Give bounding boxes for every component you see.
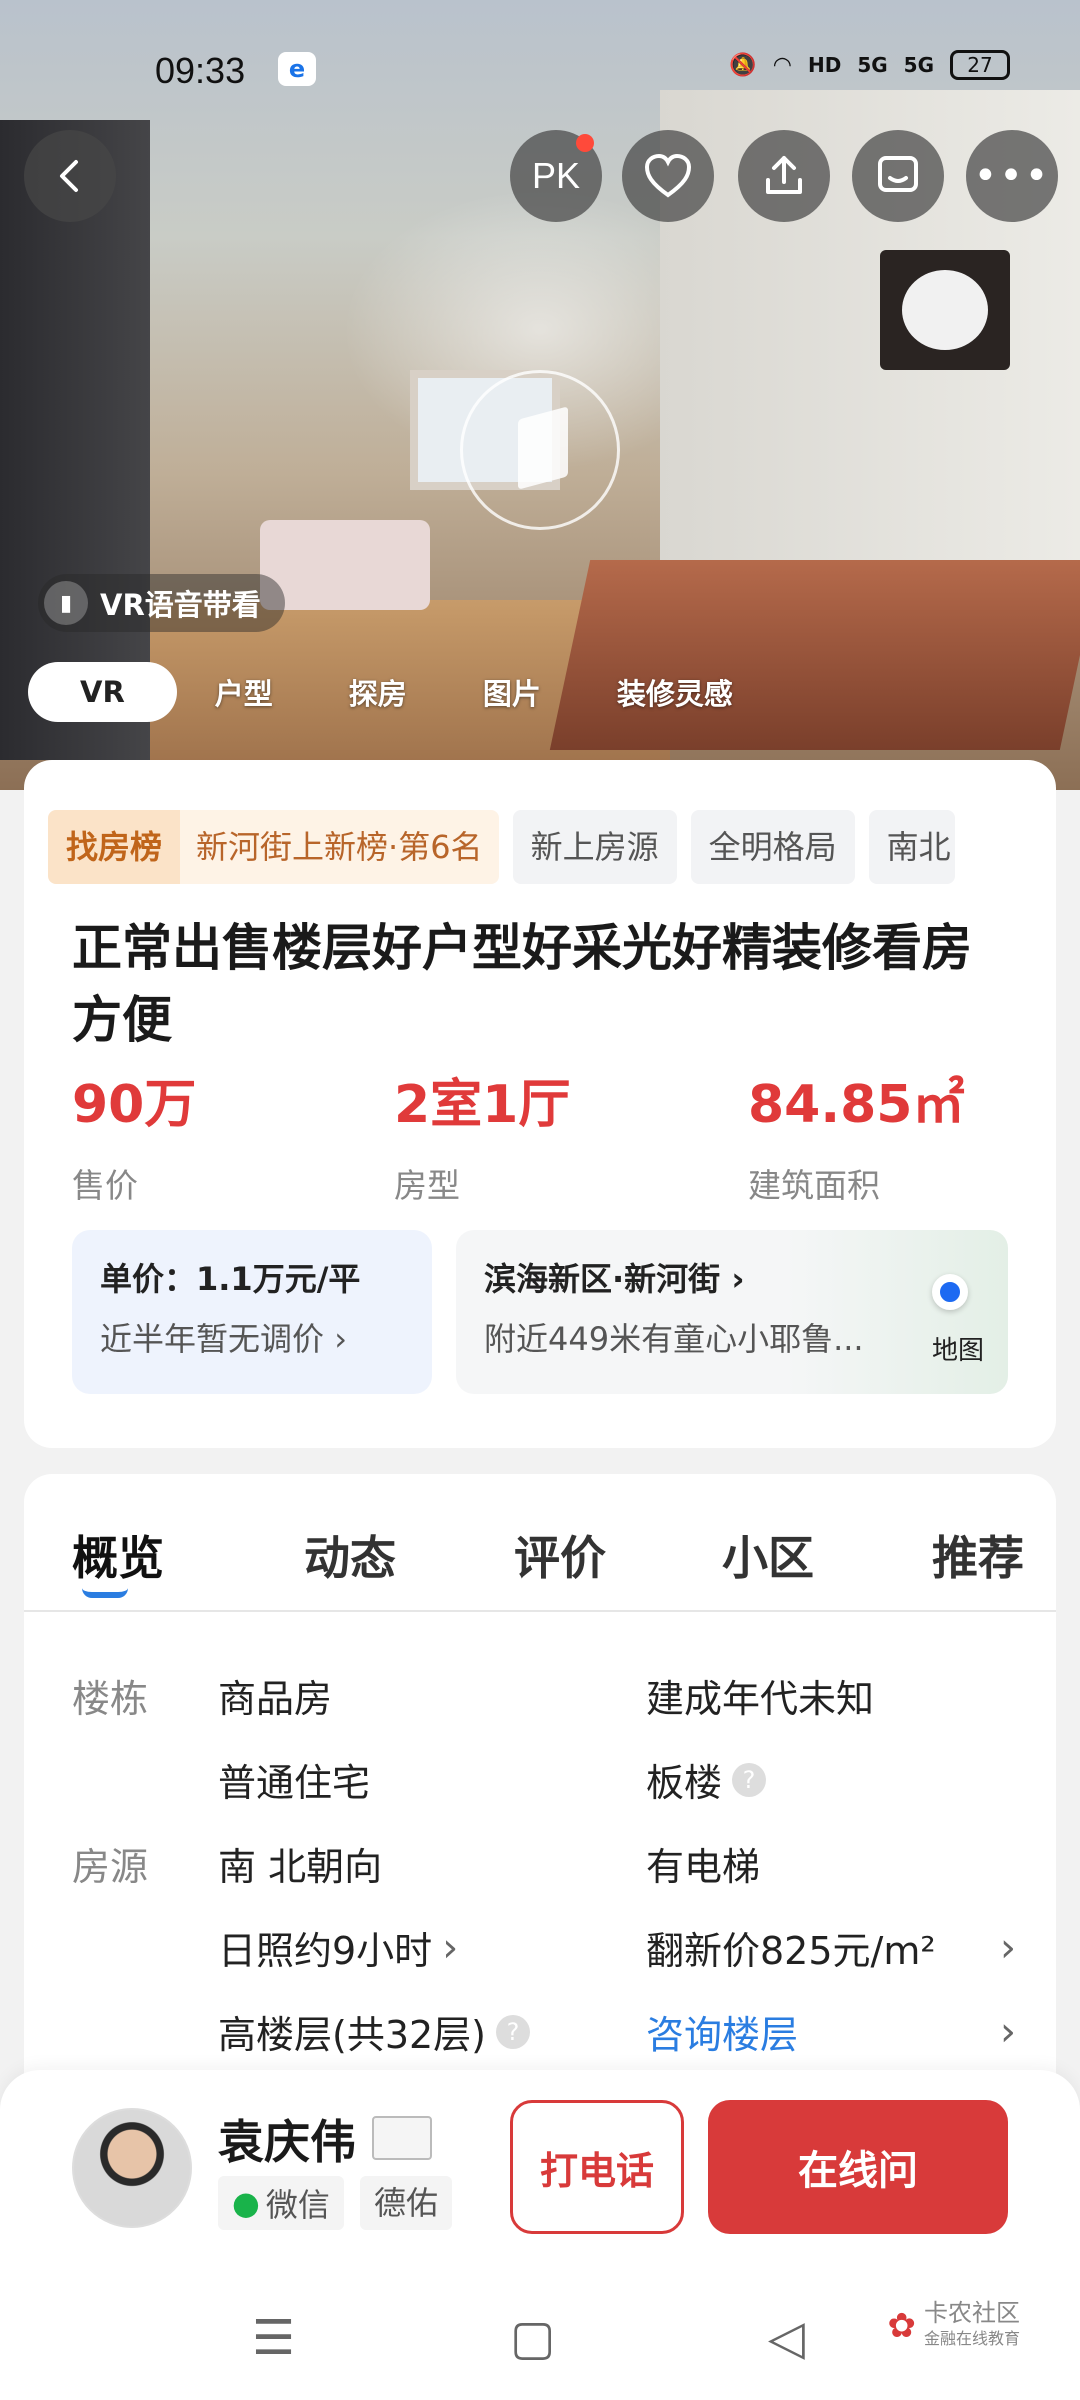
stat-layout-label: 房型 (394, 1166, 460, 1205)
media-tab-floorplan[interactable]: 户型 (177, 671, 311, 713)
status-bar: 09:33 e 🔕 ◠ HD 5G 5G 27 (0, 0, 1080, 140)
battery-icon: 27 (950, 50, 1010, 80)
hd-icon: HD (807, 53, 842, 77)
chevron-right-icon: › (731, 1260, 745, 1298)
elevator: 有电梯 (646, 1845, 761, 1889)
notification-dot (576, 134, 594, 152)
structure-type[interactable]: 板楼 ? (646, 1752, 767, 1807)
location-box[interactable]: 滨海新区·新河街 › 附近449米有童心小耶鲁... 地图 (456, 1230, 1008, 1394)
section-tabs: 概览 动态 评价 小区 推荐 (24, 1500, 1056, 1612)
tab-updates[interactable]: 动态 (304, 1522, 396, 1588)
building-label: 楼栋 (72, 1677, 149, 1721)
tag-row: 找房榜 新河街上新榜·第6名 新上房源 全明格局 南北 (48, 810, 955, 884)
media-tab-vr[interactable]: VR (28, 662, 177, 722)
stat-price-value: 90万 (72, 1075, 197, 1135)
watermark-logo-icon: ✿ (887, 2306, 916, 2346)
business-card-icon[interactable] (372, 2116, 432, 2160)
menu-icon[interactable]: ☰ (252, 2310, 295, 2366)
company-badge: 德佑 (360, 2176, 453, 2230)
watermark: ✿ 卡农社区 金融在线教育 (887, 2299, 1020, 2348)
help-icon: ? (732, 1762, 767, 1797)
wechat-icon: ● (232, 2184, 260, 2222)
listing-title: 正常出售楼层好户型好采光好精装修看房方便 (72, 919, 972, 1049)
call-button[interactable]: 打电话 (510, 2100, 684, 2234)
back-triangle-icon[interactable]: ◁ (768, 2310, 805, 2366)
building-type: 商品房 (218, 1677, 333, 1721)
stat-area-label: 建筑面积 (748, 1166, 880, 1205)
media-tab-decor[interactable]: 装修灵感 (579, 671, 771, 713)
map-pin-icon (932, 1274, 968, 1310)
tag-item: 南北 (868, 810, 955, 884)
pk-button[interactable]: PK (510, 130, 602, 222)
consult-floor-link[interactable]: 咨询楼层 › (646, 2004, 1016, 2059)
floor-info[interactable]: 高楼层(共32层) ? (218, 2004, 531, 2059)
share-button[interactable] (738, 130, 830, 222)
agent-name[interactable]: 袁庆伟 (218, 2106, 356, 2172)
vr-play-icon[interactable] (460, 370, 620, 530)
stat-price-label: 售价 (72, 1166, 138, 1205)
wechat-badge[interactable]: ● 微信 (218, 2176, 344, 2230)
nearby-info: 附近449米有童心小耶鲁... (484, 1320, 864, 1358)
vr-voice-label: VR语音带看 (100, 588, 261, 622)
location: 滨海新区·新河街 › (484, 1260, 745, 1298)
signal-5g-1-icon: 5G (857, 53, 888, 77)
source-label: 房源 (72, 1845, 149, 1889)
hero-sofa (260, 520, 430, 610)
tag-item: 新上房源 (512, 810, 677, 884)
tab-reviews[interactable]: 评价 (514, 1522, 606, 1588)
stat-price: 90万 售价 (72, 1062, 196, 1207)
map-label[interactable]: 地图 (932, 1330, 984, 1367)
vr-voice-icon: ▮ (44, 581, 88, 625)
build-year: 建成年代未知 (646, 1677, 875, 1721)
media-tabs: VR 户型 探房 图片 装修灵感 (28, 662, 771, 722)
rank-tag-text: 新河街上新榜·第6名 (180, 810, 499, 884)
tab-community[interactable]: 小区 (722, 1522, 814, 1588)
active-tab-indicator (82, 1588, 128, 1598)
stat-area: 84.85㎡ 建筑面积 (748, 1062, 964, 1207)
mute-icon: 🔕 (729, 52, 757, 78)
tab-overview[interactable]: 概览 (72, 1522, 164, 1588)
chevron-right-icon: › (1000, 2008, 1016, 2055)
help-icon: ? (496, 2014, 531, 2049)
stat-area-value: 84.85㎡ (748, 1075, 965, 1135)
stat-layout: 2室1厅 房型 (394, 1062, 570, 1207)
message-icon (878, 156, 918, 192)
unit-price: 单价：1.1万元/平 (100, 1260, 361, 1298)
carrier-icon: e (278, 52, 316, 86)
media-tab-photos[interactable]: 图片 (445, 671, 579, 713)
avatar[interactable] (72, 2108, 192, 2228)
heart-icon (644, 153, 692, 198)
vr-voice-guide-button[interactable]: ▮ VR语音带看 (38, 574, 285, 632)
tab-recommend[interactable]: 推荐 (932, 1522, 1024, 1588)
more-icon: ••• (973, 153, 1051, 199)
price-change: 近半年暂无调价 › (100, 1320, 347, 1358)
stat-layout-value: 2室1厅 (394, 1075, 571, 1135)
hero-clock (880, 250, 1010, 370)
chevron-right-icon: › (334, 1320, 347, 1358)
rank-tag-label: 找房榜 (48, 810, 181, 884)
status-icons: 🔕 ◠ HD 5G 5G 27 (729, 50, 1010, 80)
share-icon (766, 156, 802, 194)
orientation: 南 北朝向 (218, 1845, 383, 1889)
wifi-icon: ◠ (772, 52, 792, 78)
pk-label: PK (531, 155, 581, 196)
usage-type: 普通住宅 (218, 1761, 371, 1805)
more-button[interactable]: ••• (966, 130, 1058, 222)
chevron-right-icon: › (1000, 1924, 1016, 1971)
signal-5g-2-icon: 5G (903, 53, 934, 77)
message-button[interactable] (852, 130, 944, 222)
unit-price-box[interactable]: 单价：1.1万元/平 近半年暂无调价 › (72, 1230, 432, 1394)
chevron-right-icon: › (442, 1924, 459, 1971)
renovation-price[interactable]: 翻新价825元/m² › (646, 1920, 1016, 1975)
status-time: 09:33 (155, 50, 246, 91)
back-button[interactable] (24, 130, 116, 222)
media-tab-tour[interactable]: 探房 (311, 671, 445, 713)
rank-tag[interactable]: 找房榜 新河街上新榜·第6名 (48, 810, 499, 884)
online-chat-button[interactable]: 在线问 (708, 2100, 1008, 2234)
tag-item: 全明格局 (690, 810, 855, 884)
sunlight[interactable]: 日照约9小时 › (218, 1920, 458, 1975)
home-square-icon[interactable]: ▢ (510, 2310, 555, 2366)
back-arrow-icon (60, 160, 78, 192)
favorite-button[interactable] (622, 130, 714, 222)
